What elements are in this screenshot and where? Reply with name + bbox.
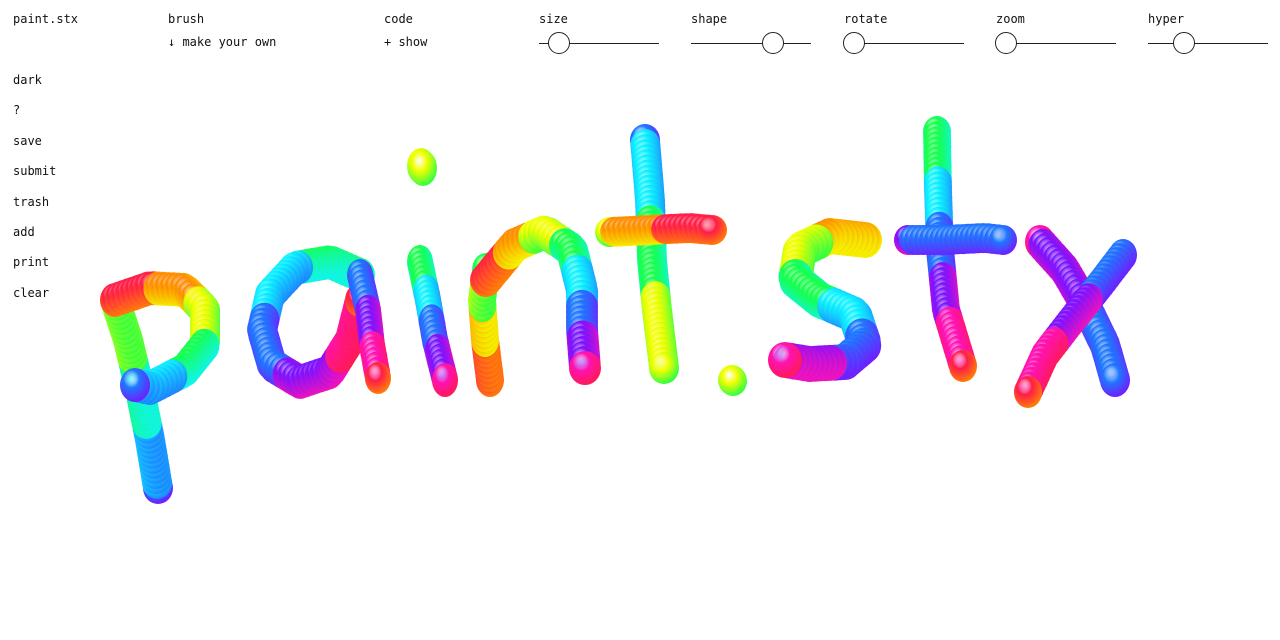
- paint-blob: [949, 350, 977, 382]
- zoom-group: zoom: [996, 11, 1025, 27]
- drawing-canvas[interactable]: [0, 60, 1280, 640]
- paint-blob: [365, 362, 391, 394]
- slider-track: [1148, 43, 1268, 44]
- rotate-label: rotate: [844, 12, 888, 26]
- paint-blob: [569, 351, 601, 385]
- brush-label: brush: [168, 12, 205, 26]
- paint-blob: [409, 150, 437, 186]
- slider-knob[interactable]: [994, 32, 1017, 54]
- code-group: code + show: [384, 11, 427, 50]
- hyper-group: hyper: [1148, 11, 1184, 27]
- paint-blob: [719, 366, 747, 396]
- size-slider[interactable]: [539, 32, 659, 54]
- slider-knob[interactable]: [842, 32, 865, 54]
- app-title[interactable]: paint.stx: [13, 11, 78, 27]
- shape-group: shape: [691, 11, 727, 27]
- paint-blob: [120, 368, 150, 402]
- slider-knob[interactable]: [548, 32, 571, 54]
- paint-blob: [432, 363, 458, 397]
- slider-knob[interactable]: [1173, 32, 1195, 54]
- shape-label: shape: [691, 12, 728, 26]
- paint-blob: [1100, 363, 1130, 397]
- top-bar: paint.stx brush ↓ make your own code + s…: [0, 0, 1280, 60]
- size-group: size: [539, 11, 568, 27]
- app-title-group: paint.stx: [13, 11, 78, 27]
- hyper-slider[interactable]: [1148, 32, 1268, 54]
- brush-group: brush ↓ make your own: [168, 11, 276, 50]
- paint-strokes: [100, 116, 1137, 504]
- paint-blob: [649, 352, 679, 384]
- hyper-label: hyper: [1148, 12, 1185, 26]
- zoom-slider[interactable]: [994, 32, 1116, 54]
- zoom-label: zoom: [996, 12, 1025, 26]
- rotate-slider[interactable]: [842, 32, 964, 54]
- paint-blob: [697, 215, 727, 245]
- paint-blob: [989, 225, 1017, 255]
- paint-blob: [768, 342, 802, 378]
- shape-slider[interactable]: [691, 32, 811, 54]
- rotate-group: rotate: [844, 11, 887, 27]
- paint-blob: [1014, 376, 1042, 408]
- size-label: size: [539, 12, 568, 26]
- show-code-button[interactable]: + show: [384, 34, 427, 50]
- slider-track: [691, 43, 811, 44]
- slider-knob[interactable]: [761, 32, 784, 54]
- code-label: code: [384, 12, 413, 26]
- make-your-own-button[interactable]: ↓ make your own: [168, 34, 276, 50]
